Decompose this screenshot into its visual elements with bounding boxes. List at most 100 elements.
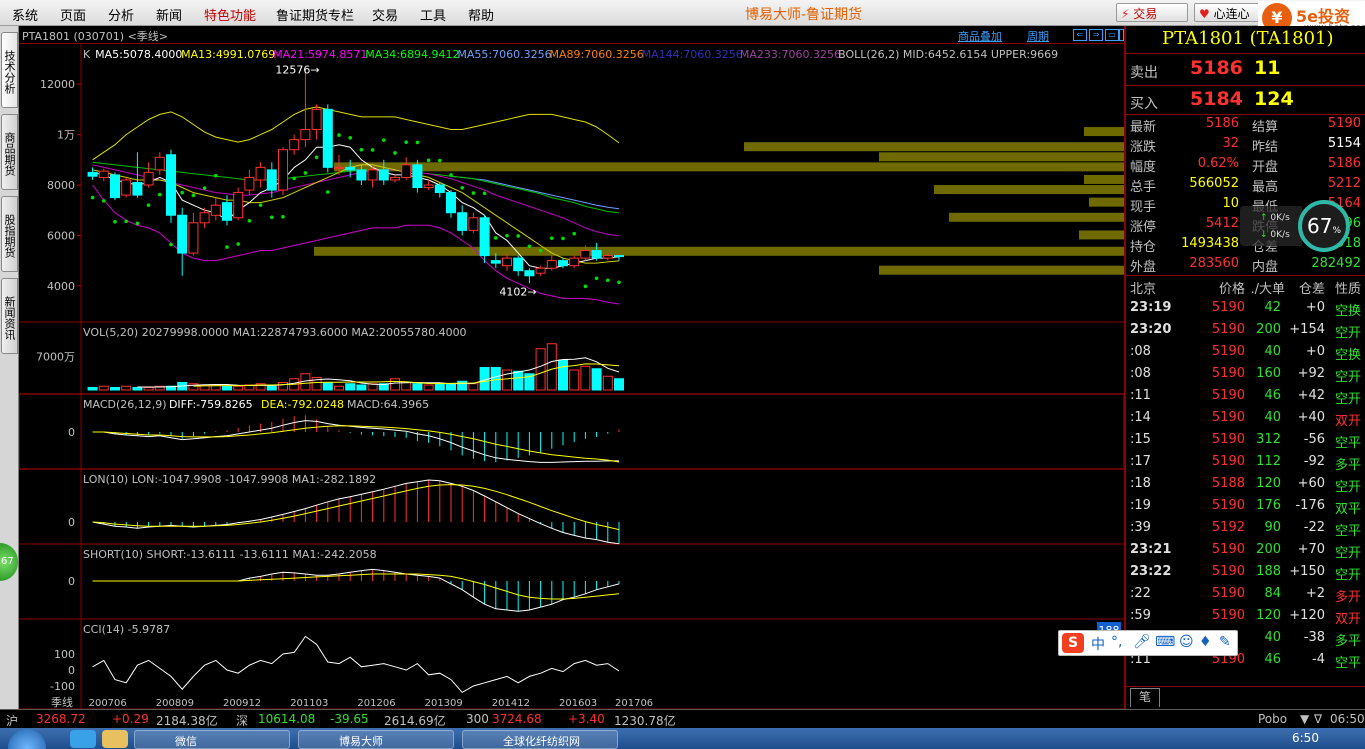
quote-field-value: 566052	[1189, 176, 1239, 191]
overlay-commodity-link[interactable]: 商品叠加	[958, 28, 1002, 44]
tick-row: :17 5190 112 -92 多平	[1126, 451, 1365, 473]
tab-technical-analysis[interactable]: 技术分析	[1, 32, 18, 108]
menu-bar: 系统 页面 分析 新闻 特色功能 鲁证期货专栏 交易 工具 帮助 博易大师-鲁证…	[0, 0, 1365, 36]
market-status-bar: 沪 3268.72 +0.29 2184.38亿 深 10614.08 -39.…	[0, 709, 1365, 728]
taskbar-item-boyi[interactable]: 博易大师	[298, 730, 454, 749]
sar-dot	[617, 280, 621, 285]
tick-volume: 40	[1264, 344, 1281, 359]
candle-body	[602, 255, 613, 259]
start-button[interactable]	[8, 729, 46, 749]
menu-system[interactable]: 系统	[12, 5, 38, 24]
menu-news[interactable]: 新闻	[156, 5, 182, 24]
menu-help[interactable]: 帮助	[468, 5, 494, 24]
tab-ticks[interactable]: 笔	[1130, 688, 1160, 707]
input-method-toolbar[interactable]: S 中 °, 🎤︎ ⌨ ☺ ♦ ✎	[1058, 630, 1238, 656]
next-icon[interactable]: ⇒	[1089, 29, 1103, 41]
x-axis-label: 201309	[425, 698, 463, 709]
tick-header: 北京 价格 ./大单 仓差 性质	[1126, 276, 1365, 297]
candle-body	[244, 176, 255, 191]
menu-tools[interactable]: 工具	[420, 5, 446, 24]
xinlian-button[interactable]: ♥ 心连心	[1194, 3, 1262, 22]
sar-dot	[180, 190, 184, 195]
ime-mode[interactable]: 中	[1091, 634, 1105, 654]
skin-shirt-icon[interactable]: ♦	[1199, 634, 1212, 650]
candle-body	[345, 166, 356, 171]
ie-browser-icon[interactable]	[70, 730, 96, 748]
tick-volume: 160	[1256, 366, 1281, 381]
signal-icon: ▼	[1300, 712, 1310, 726]
tick-time: :18	[1130, 476, 1151, 491]
candle-body	[401, 164, 412, 178]
sar-dot	[191, 193, 196, 198]
trade-button-label: 交易	[1133, 7, 1158, 21]
tab-commodity-futures[interactable]: 商品期货	[1, 114, 18, 190]
prev-icon[interactable]: ⇐	[1073, 29, 1087, 41]
keyboard-icon[interactable]: ⌨	[1155, 634, 1175, 650]
tick-row: :14 5190 40 +40 双开	[1126, 407, 1365, 429]
candle-body	[546, 260, 557, 269]
app-title: 博易大师-鲁证期货	[745, 7, 863, 23]
tick-position-diff: +0	[1305, 344, 1325, 359]
cci-axis-label: 0	[68, 664, 75, 677]
sar-dot	[550, 236, 554, 240]
tick-row: :39 5192 90 -22 空平	[1126, 517, 1365, 539]
quote-row: 总手 566052 最高 5212	[1126, 174, 1365, 195]
ma-legend-item: MA21:5974.8571	[273, 48, 367, 61]
sogou-logo-icon: S	[1062, 633, 1084, 653]
cci-legend: CCI(14) -5.9787	[83, 623, 170, 636]
sar-dot	[281, 214, 285, 219]
tick-position-diff: -176	[1295, 498, 1325, 513]
sar-dot	[270, 215, 274, 220]
tab-news[interactable]: 新闻资讯	[1, 278, 18, 354]
tick-nature: 空换	[1334, 304, 1361, 319]
menu-page[interactable]: 页面	[60, 5, 86, 24]
wrench-icon[interactable]: ✎	[1219, 634, 1231, 650]
status-time: 06:50	[1330, 712, 1365, 726]
tick-time: 23:19	[1130, 300, 1172, 315]
ma-legend-item: MA5:5078.4000	[95, 48, 182, 61]
kline-chart[interactable]: 12000 1万 8000 6000 4000 K MA5:5078.4000MA13:49…	[19, 44, 1124, 709]
tick-time: :39	[1130, 520, 1151, 535]
folder-icon[interactable]	[102, 730, 128, 748]
network-speed-gauge[interactable]: ↑ 0K/s ↓ 0K/s 67%	[1240, 200, 1360, 252]
menu-analysis[interactable]: 分析	[108, 5, 134, 24]
user-icon[interactable]: ☺	[1179, 634, 1194, 650]
candle-body	[468, 217, 479, 231]
lon-ma-line	[92, 484, 620, 531]
sar-dot	[90, 195, 95, 200]
chart-area[interactable]: PTA1801 (030701) <季线> 商品叠加 周期 ⇐ ⇒ ▭ 1200…	[19, 26, 1124, 709]
microphone-icon[interactable]: 🎤︎	[1133, 634, 1151, 650]
sar-dot	[337, 133, 341, 137]
tick-row: 23:22 5190 188 +150 空开	[1126, 561, 1365, 583]
period-link[interactable]: 周期	[1027, 28, 1049, 44]
trade-button[interactable]: ⚡ 交易	[1116, 3, 1188, 22]
tick-row: :22 5190 84 +2 多开	[1126, 583, 1365, 605]
xinlian-button-label: 心连心	[1213, 7, 1250, 21]
sh-index-amount: 2184.38亿	[156, 714, 218, 728]
menu-trade[interactable]: 交易	[372, 5, 398, 24]
sar-dot	[113, 220, 117, 224]
tick-volume: 90	[1264, 520, 1281, 535]
sar-dot	[460, 185, 465, 190]
ma-legend-item: MA13:4991.0769	[181, 48, 275, 61]
quote-field-label: 持仓	[1130, 240, 1157, 255]
taskbar-item-wechat[interactable]: 微信	[134, 730, 290, 749]
menu-luzheng-column[interactable]: 鲁证期货专栏	[276, 5, 354, 24]
tick-row: :15 5190 312 -56 空平	[1126, 429, 1365, 451]
tab-index-futures[interactable]: 股指期货	[1, 196, 18, 272]
taskbar-item-textile-web[interactable]: 全球化纤纺织网	[462, 730, 618, 749]
sar-dot	[527, 244, 532, 249]
tick-time: :08	[1130, 366, 1151, 381]
tick-row: 23:21 5190 200 +70 空开	[1126, 539, 1365, 561]
punctuation-icon[interactable]: °,	[1111, 634, 1122, 650]
quote-field-label: 现手	[1130, 200, 1157, 215]
hs300-index-name: 300	[466, 712, 489, 726]
candle-body	[367, 169, 378, 181]
zoom-in-icon[interactable]: ▭	[1105, 29, 1119, 41]
tick-volume: 40	[1264, 630, 1281, 645]
price-axis-label: 4000	[47, 280, 75, 293]
volume-bar	[345, 383, 356, 391]
menu-special-features[interactable]: 特色功能	[204, 5, 256, 24]
chart-symbol: PTA1801 (030701) <季线>	[22, 30, 169, 43]
tick-nature: 空开	[1334, 370, 1361, 385]
